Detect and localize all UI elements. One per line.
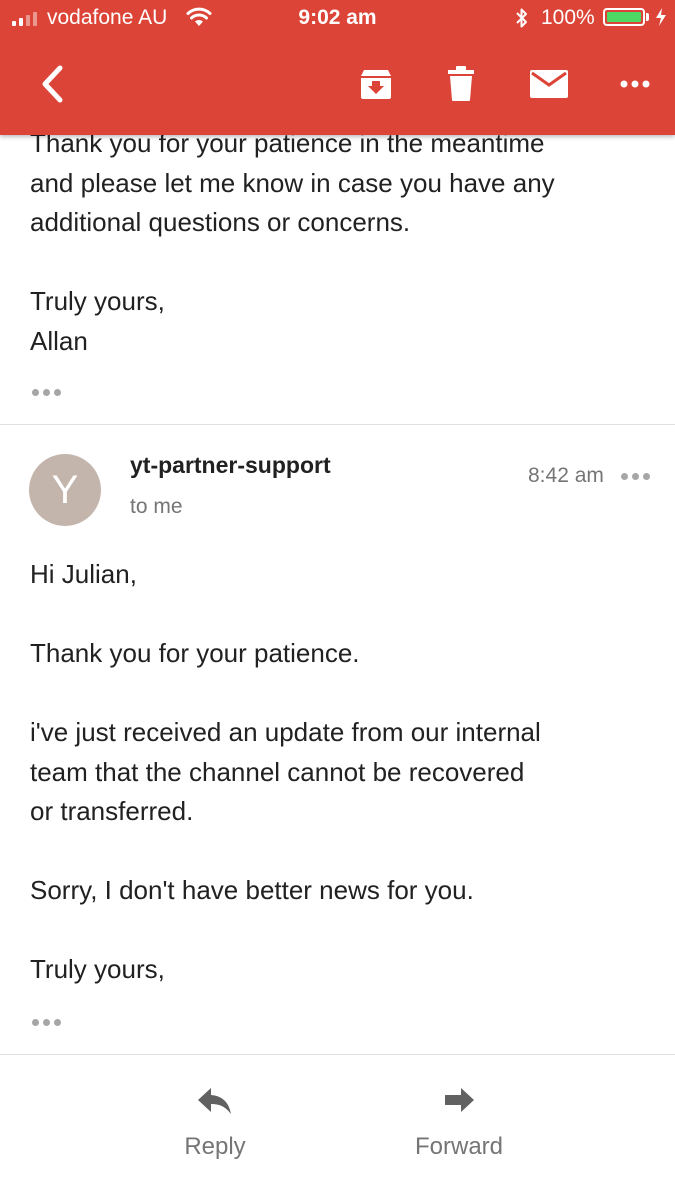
reply-icon	[198, 1088, 231, 1114]
previous-message-line: and please let me know in case you have …	[30, 167, 555, 198]
reply-button[interactable]: Reply	[135, 1085, 295, 1161]
message-divider	[0, 424, 675, 425]
forward-label: Forward	[414, 1133, 504, 1160]
charging-icon	[656, 8, 666, 26]
mail-icon	[530, 70, 568, 98]
previous-message-signoff: Truly yours,	[30, 286, 165, 316]
trash-icon	[448, 66, 474, 101]
more-icon	[620, 80, 650, 88]
battery-percentage: 100%	[541, 6, 595, 29]
toolbar	[0, 38, 675, 135]
message-paragraph: Thank you for your patience.	[30, 638, 360, 668]
more-options-button[interactable]	[613, 62, 657, 106]
status-bar: vodafone AU 9:02 am 100%	[0, 0, 675, 38]
mark-unread-button[interactable]	[527, 62, 571, 106]
show-trimmed-content-icon[interactable]	[32, 389, 61, 396]
message-header[interactable]: Y yt-partner-support to me 8:42 am	[0, 426, 675, 536]
message-line: i've just received an update from our in…	[30, 717, 541, 747]
show-trimmed-content-icon[interactable]	[32, 1019, 61, 1026]
app-header: vodafone AU 9:02 am 100%	[0, 0, 675, 135]
message-greeting: Hi Julian,	[30, 559, 137, 589]
bluetooth-icon	[516, 8, 527, 28]
delete-button[interactable]	[439, 62, 483, 106]
recipient-label[interactable]: to me	[130, 495, 183, 519]
message-line: or transferred.	[30, 796, 194, 826]
forward-button[interactable]: Forward	[379, 1085, 539, 1161]
message-line: team that the channel cannot be recovere…	[30, 756, 525, 787]
message-body: Hi Julian, Thank you for your patience. …	[30, 555, 650, 990]
battery-icon	[603, 8, 645, 26]
message-signoff: Truly yours,	[30, 954, 165, 984]
previous-message-line: additional questions or concerns.	[30, 207, 411, 237]
reply-label: Reply	[184, 1133, 246, 1160]
archive-icon	[361, 70, 391, 99]
message-paragraph: Sorry, I don't have better news for you.	[30, 875, 474, 905]
sender-avatar[interactable]: Y	[29, 454, 101, 526]
email-thread: Thank you for your patience in the meant…	[0, 0, 675, 1200]
forward-icon	[445, 1088, 474, 1112]
back-button[interactable]	[30, 62, 74, 106]
message-time: 8:42 am	[528, 464, 604, 487]
previous-message-signature: Allan	[30, 325, 88, 356]
back-arrow-icon	[42, 65, 63, 103]
archive-button[interactable]	[354, 62, 398, 106]
message-action-bar: Reply Forward	[0, 1055, 675, 1200]
sender-name: yt-partner-support	[130, 452, 331, 478]
message-more-icon[interactable]	[621, 473, 650, 480]
previous-message-body: Thank you for your patience in the meant…	[30, 124, 650, 361]
